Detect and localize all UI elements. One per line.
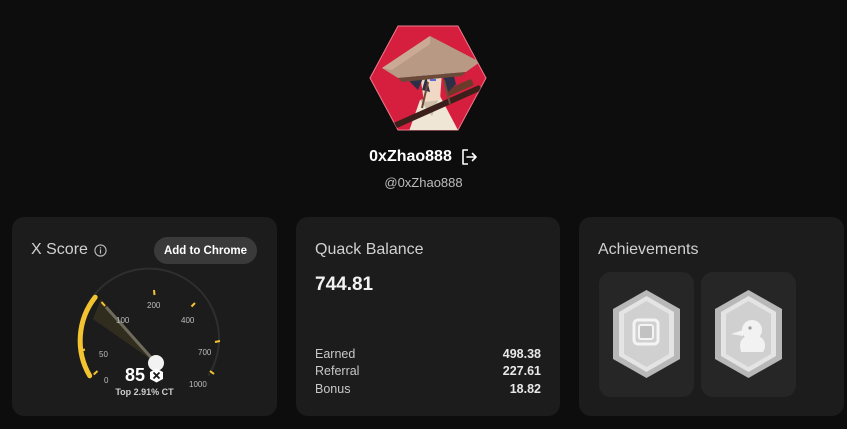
quack-balance-value: 744.81 [315, 274, 374, 295]
tick-label-100: 100 [116, 316, 130, 325]
name-row: 0xZhao888 [0, 148, 847, 166]
info-icon[interactable] [94, 243, 107, 257]
stat-row-earned: Earned 498.38 [315, 345, 541, 363]
stat-label: Bonus [315, 381, 351, 396]
achievements-title: Achievements [598, 241, 699, 258]
tick-label-700: 700 [198, 348, 212, 357]
avatar[interactable] [368, 22, 488, 134]
x-score-title-row: X Score [31, 241, 107, 259]
score-row: 85 [12, 365, 277, 386]
score-gauge: 0 50 100 200 400 700 1000 [77, 267, 221, 389]
stat-label: Earned [315, 346, 356, 361]
tick-mark-400 [190, 302, 196, 308]
x-score-value: 85 [124, 365, 146, 385]
x-badge-icon [149, 368, 164, 383]
balance-breakdown: Earned 498.38 Referral 227.61 Bonus 18.8… [315, 345, 541, 398]
stat-label: Referral [315, 364, 360, 379]
tick-label-50: 50 [99, 350, 108, 359]
add-to-chrome-button[interactable]: Add to Chrome [153, 237, 257, 264]
stat-value: 498.38 [502, 346, 541, 361]
square-badge-icon [613, 290, 680, 378]
logout-icon[interactable] [460, 148, 478, 166]
quack-balance-card: Quack Balance 744.81 Earned 498.38 Refer… [296, 217, 560, 416]
samurai-avatar-icon [369, 25, 487, 131]
user-handle: @0xZhao888 [384, 175, 463, 190]
tick-mark-200 [153, 289, 156, 296]
tick-label-200: 200 [147, 301, 161, 310]
profile-header: 0xZhao888 @0xZhao888 [0, 0, 847, 200]
gauge-fill [77, 294, 98, 379]
username: 0xZhao888 [369, 148, 452, 165]
quack-balance-title: Quack Balance [315, 241, 424, 258]
achievement-tile[interactable] [599, 272, 694, 397]
x-score-rank: Top 2.91% CT [115, 387, 174, 397]
tick-label-400: 400 [181, 316, 195, 325]
x-score-title: X Score [31, 241, 88, 258]
achievement-tile[interactable] [701, 272, 796, 397]
stat-value: 227.61 [502, 364, 541, 379]
tick-mark-700 [214, 340, 221, 343]
duck-badge-icon [715, 290, 782, 378]
stat-value: 18.82 [509, 381, 541, 396]
x-score-card: X Score Add to Chrome 0 50 100 200 400 7… [12, 217, 277, 416]
stat-row-bonus: Bonus 18.82 [315, 380, 541, 398]
achievements-card: Achievements [579, 217, 844, 416]
gauge-needle [104, 306, 158, 364]
stat-row-referral: Referral 227.61 [315, 363, 541, 381]
